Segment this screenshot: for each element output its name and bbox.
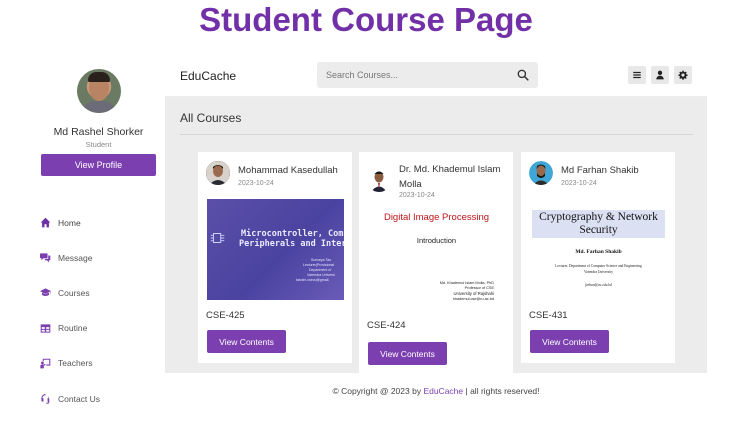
topbar: EduCache (165, 55, 707, 97)
course-thumbnail[interactable]: Microcontroller, Comput Peripherals and … (207, 199, 344, 300)
footer-rights: | all rights reserved! (463, 386, 540, 396)
section-title: All Courses (180, 111, 242, 125)
thumb-detail: farhan@vu.edu.bd (585, 283, 612, 287)
thumb-detail: Varendra University (583, 270, 614, 274)
avatar[interactable] (77, 69, 121, 113)
sidebar-nav: Home Message Courses Routine Teachers Co… (40, 205, 100, 416)
teacher-name[interactable]: Mohammad Kasedullah (238, 163, 348, 178)
chalkboard-teacher-icon (40, 358, 51, 369)
teacher-avatar (367, 168, 391, 192)
user-role: Student (85, 140, 112, 149)
teacher-avatar (206, 161, 230, 185)
post-date: 2023-10-24 (561, 180, 597, 187)
course-thumbnail[interactable]: Cryptography & Network Security Md. Farh… (530, 199, 667, 302)
sidebar-item-routine[interactable]: Routine (40, 311, 100, 346)
footer-copyright: © Copyright @ 2023 by (332, 386, 424, 396)
thumb-name: Md. Farhan Shakib (575, 249, 622, 255)
course-code: CSE-424 (367, 320, 406, 331)
divider (180, 134, 693, 135)
courses-section: All Courses Mohammad Kasedullah 2023-10-… (165, 97, 707, 373)
sidebar-item-teachers[interactable]: Teachers (40, 346, 100, 381)
thumb-title-line2: Peripherals and Interfaci (239, 239, 344, 249)
message-icon (40, 253, 51, 263)
sidebar-item-label: Home (58, 217, 81, 228)
post-date: 2023-10-24 (238, 180, 274, 187)
teacher-avatar (529, 161, 553, 185)
user-button[interactable] (651, 66, 669, 84)
thumb-detail: Md. Khademul Islam Molla, PhD (439, 281, 494, 285)
table-icon (40, 324, 51, 333)
footer: © Copyright @ 2023 by EduCache | all rig… (165, 373, 707, 407)
gear-icon (678, 70, 688, 80)
sidebar-item-home[interactable]: Home (40, 205, 100, 240)
menu-button[interactable] (628, 66, 646, 84)
course-code: CSE-425 (206, 310, 245, 321)
search-input[interactable] (317, 62, 507, 88)
post-date: 2023-10-24 (399, 192, 435, 199)
search-icon[interactable] (517, 69, 529, 81)
page-banner-title: Student Course Page (199, 1, 533, 38)
course-card: Dr. Md. Khademul Islam Molla 2023-10-24 … (359, 152, 513, 373)
course-card: Mohammad Kasedullah 2023-10-24 Microcont… (198, 152, 352, 363)
thumb-title: Digital Image Processing (383, 212, 490, 223)
footer-brand-link[interactable]: EduCache (423, 386, 463, 396)
circuit-icon (210, 233, 225, 243)
thumb-detail: Lecturer(Provisional (303, 263, 335, 267)
course-card: Md Farhan Shakib 2023-10-24 Cryptography… (521, 152, 675, 363)
thumb-detail: Varendra Universi (307, 273, 335, 277)
thumb-subtitle: Introduction (416, 236, 457, 245)
thumb-title: Cryptography & Network Security (532, 210, 665, 238)
thumb-title-line1: Microcontroller, Comput (241, 229, 344, 239)
user-icon (656, 70, 664, 80)
thumb-detail: Lecturer, Department of Computer Science… (555, 264, 642, 268)
headset-icon (41, 394, 50, 404)
teacher-name[interactable]: Md Farhan Shakib (561, 163, 671, 178)
graduation-cap-icon (40, 288, 51, 297)
view-contents-button[interactable]: View Contents (530, 330, 609, 353)
view-profile-button[interactable]: View Profile (41, 154, 156, 176)
view-contents-button[interactable]: View Contents (368, 342, 447, 365)
sidebar: Md Rashel Shorker Student View Profile H… (0, 55, 165, 407)
settings-button[interactable] (674, 66, 692, 84)
thumb-detail: Department of (309, 268, 332, 272)
course-thumbnail[interactable]: Digital Image Processing Introduction Md… (368, 209, 505, 312)
sidebar-item-contact-us[interactable]: Contact Us (40, 381, 100, 416)
thumb-detail: Sumaiya Tas (311, 258, 331, 262)
teacher-name[interactable]: Dr. Md. Khademul Islam Molla (399, 162, 509, 192)
thumb-detail: khademul.cse@ru.ac.bd (452, 297, 494, 301)
thumb-detail: tasnim.csevu@gmail. (296, 278, 330, 282)
thumb-detail: University of Rajshahi (453, 291, 495, 296)
sidebar-item-label: Contact Us (58, 393, 101, 404)
course-code: CSE-431 (529, 310, 568, 321)
brand-logo[interactable]: EduCache (180, 69, 236, 83)
view-contents-button[interactable]: View Contents (207, 330, 286, 353)
thumb-detail: Professor of CSE (464, 286, 494, 290)
sidebar-item-label: Message (58, 252, 93, 263)
sidebar-item-label: Teachers (58, 358, 93, 369)
user-name: Md Rashel Shorker (53, 126, 144, 138)
home-icon (40, 217, 51, 228)
sidebar-item-courses[interactable]: Courses (40, 275, 100, 310)
sidebar-item-label: Routine (58, 323, 88, 334)
menu-icon (633, 71, 641, 79)
sidebar-item-label: Courses (58, 287, 90, 298)
sidebar-item-message[interactable]: Message (40, 240, 100, 275)
search-bar (317, 62, 538, 88)
